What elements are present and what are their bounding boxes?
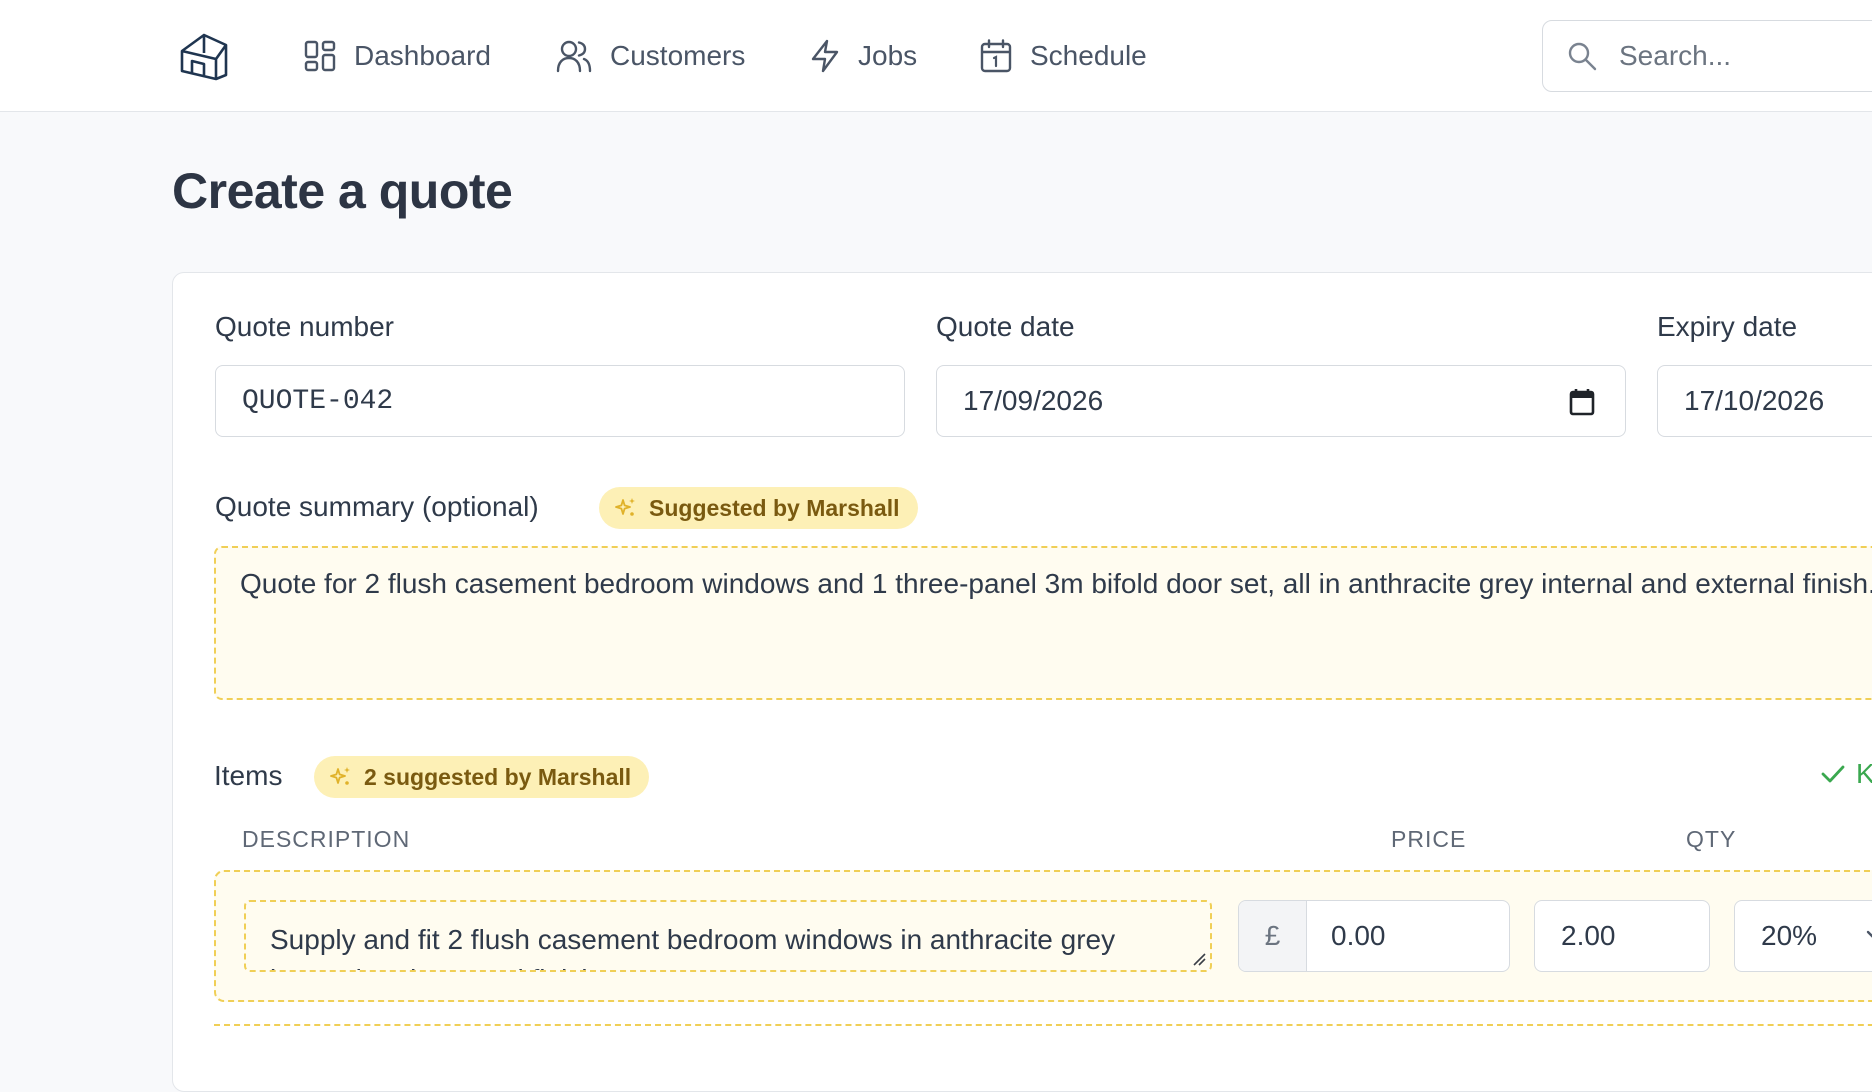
nav-dashboard[interactable]: Dashboard [304, 34, 491, 78]
house-logo-icon[interactable] [178, 31, 230, 81]
line-item-row: Supply and fit 2 flush casement bedroom … [214, 870, 1872, 1002]
keep-all-button[interactable]: K [1820, 758, 1872, 790]
column-header-qty: QTY [1686, 826, 1737, 852]
nav-jobs[interactable]: Jobs [810, 34, 917, 78]
items-label: Items [214, 760, 283, 791]
search-icon [1568, 42, 1597, 71]
quote-date-label: Quote date [936, 311, 1075, 342]
quote-number-input[interactable] [242, 385, 878, 417]
expiry-date-value: 17/10/2026 [1684, 385, 1825, 416]
line-item-vat-select[interactable]: 20% [1734, 900, 1872, 972]
line-item-description-textarea[interactable]: Supply and fit 2 flush casement bedroom … [244, 900, 1212, 972]
dashboard-icon [304, 40, 336, 72]
line-item-description-text: Supply and fit 2 flush casement bedroom … [270, 924, 1116, 970]
quote-summary-label: Quote summary (optional) [215, 491, 539, 522]
checkmark-icon [1821, 765, 1845, 783]
nav-customers[interactable]: Customers [556, 34, 745, 78]
line-item-vat-value: 20% [1761, 920, 1818, 951]
calendar-icon [980, 39, 1012, 73]
keep-all-label: K [1856, 758, 1872, 789]
chevron-down-icon [1866, 930, 1872, 938]
line-item-price-field[interactable]: £ 0.00 [1238, 900, 1510, 972]
users-icon [556, 40, 592, 73]
nav-dashboard-label: Dashboard [354, 40, 491, 71]
resize-grip-icon[interactable] [1192, 952, 1206, 966]
sparkle-icon [615, 498, 635, 516]
nav-jobs-label: Jobs [858, 40, 918, 71]
line-item-qty-field[interactable]: 2.00 [1534, 900, 1710, 972]
nav-schedule-label: Schedule [1030, 40, 1147, 71]
quote-date-field[interactable]: 17/09/2026 [936, 365, 1626, 437]
column-header-description: DESCRIPTION [242, 826, 411, 852]
quote-number-field[interactable] [215, 365, 905, 437]
items-suggested-text: 2 suggested by Marshall [364, 763, 632, 790]
nav-customers-label: Customers [610, 40, 746, 71]
top-navigation-bar: Dashboard Customers Jobs Schedule [0, 0, 1872, 112]
column-header-price: PRICE [1391, 826, 1467, 852]
search-input[interactable] [1617, 39, 1872, 73]
summary-suggested-text: Suggested by Marshall [649, 494, 900, 521]
nav-schedule[interactable]: Schedule [980, 34, 1147, 78]
page-title: Create a quote [172, 163, 513, 219]
expiry-date-label: Expiry date [1657, 311, 1798, 342]
expiry-date-field[interactable]: 17/10/2026 [1657, 365, 1872, 437]
quote-number-label: Quote number [215, 311, 394, 342]
line-item-price-value[interactable]: 0.00 [1307, 901, 1386, 971]
summary-suggested-badge: Suggested by Marshall [599, 487, 918, 529]
line-item-row-next [214, 1024, 1872, 1064]
lightning-icon [811, 39, 839, 73]
quote-date-value: 17/09/2026 [963, 385, 1104, 416]
search-box[interactable] [1542, 20, 1872, 92]
line-item-qty-value: 2.00 [1561, 920, 1616, 951]
items-suggested-badge: 2 suggested by Marshall [314, 756, 650, 798]
sparkle-icon [330, 767, 350, 785]
calendar-icon[interactable] [1569, 388, 1595, 416]
quote-summary-textarea[interactable]: Quote for 2 flush casement bedroom windo… [214, 546, 1872, 700]
currency-prefix: £ [1239, 901, 1307, 971]
